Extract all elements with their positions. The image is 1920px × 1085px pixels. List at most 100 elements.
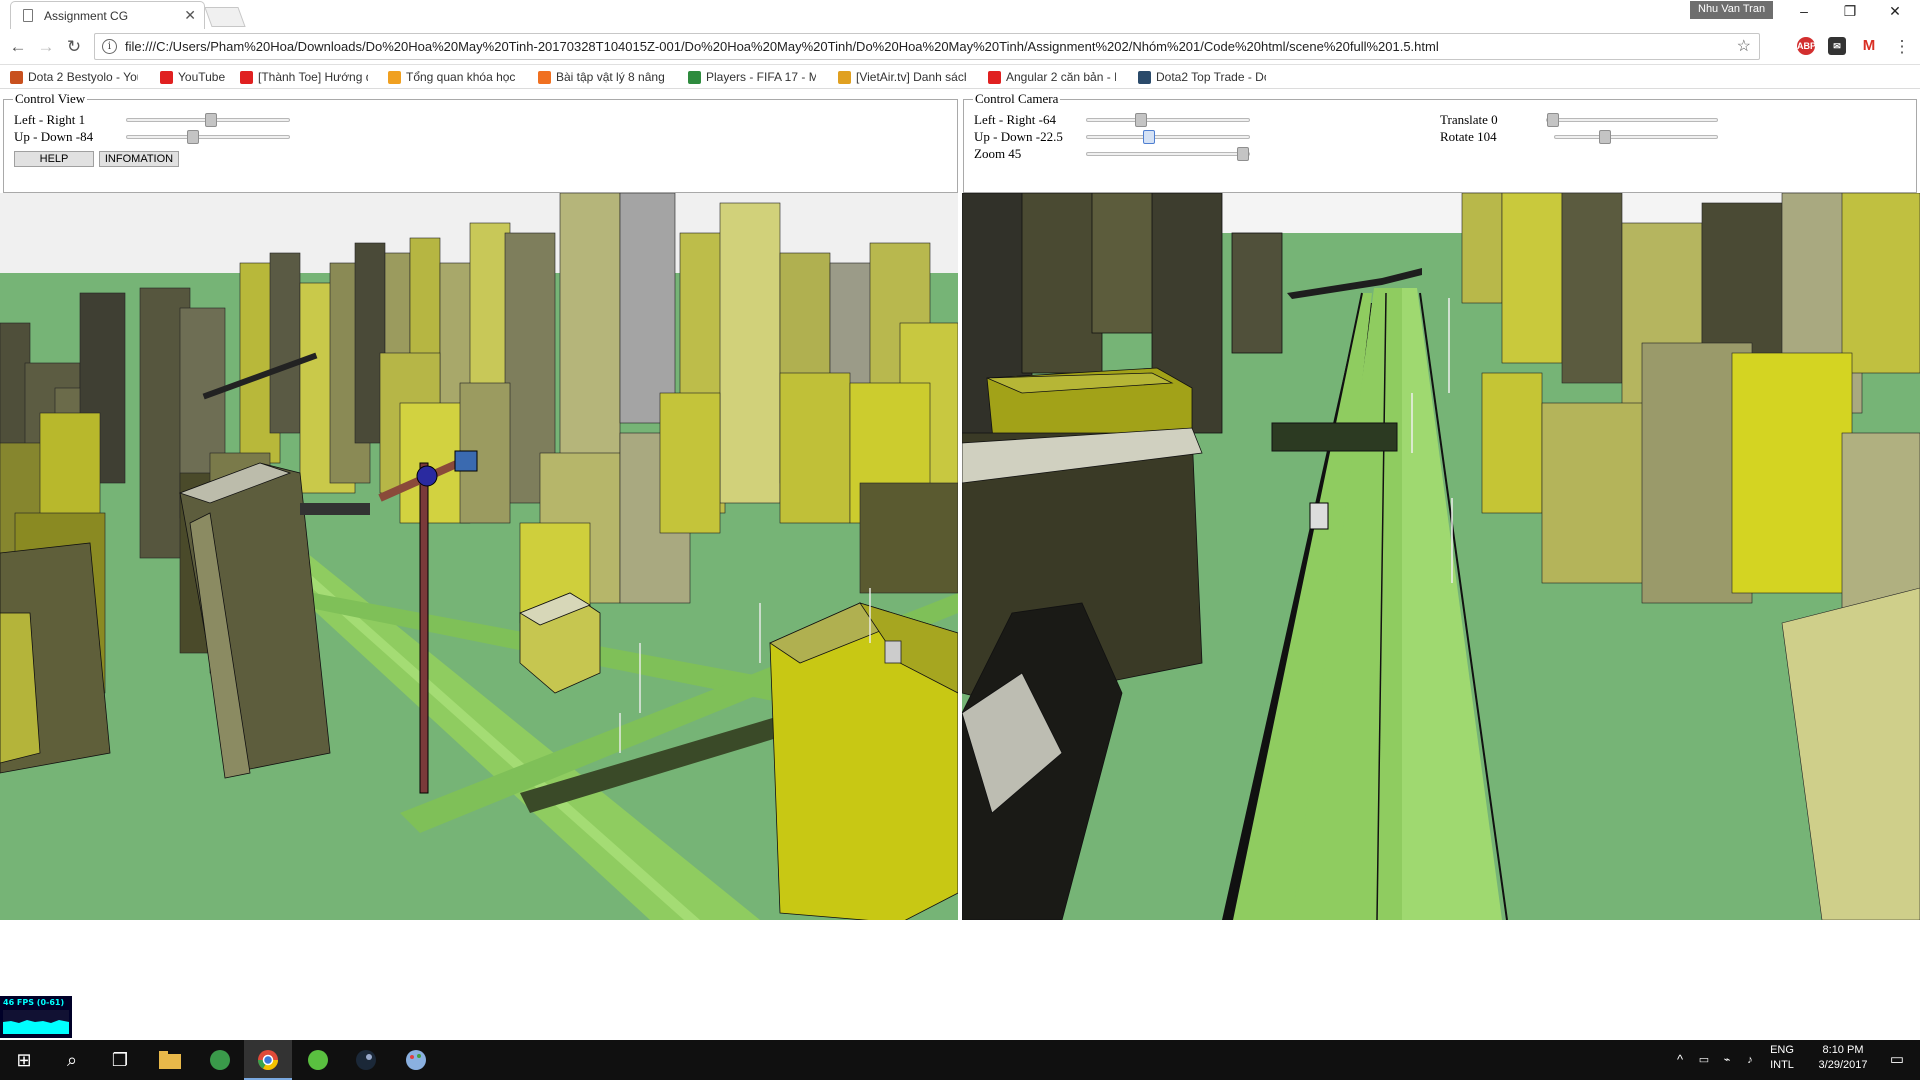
bookmark-favicon-icon: [240, 70, 253, 84]
utorrent-icon: [210, 1050, 230, 1070]
close-window-button[interactable]: ✕: [1875, 3, 1915, 25]
scene-view-canvas[interactable]: [0, 193, 958, 920]
cc-up-down-thumb[interactable]: [1143, 130, 1155, 144]
windows-icon: ⊞: [16, 1050, 32, 1070]
help-button[interactable]: HELP: [14, 151, 94, 167]
bookmark-label: Tổng quan khóa học: [406, 70, 516, 84]
bookmark-label: [VietAir.tv] Danh sách: [856, 70, 966, 84]
mail-icon[interactable]: ✉: [1828, 37, 1846, 55]
bookmark-item[interactable]: Dota2 Top Trade - Do: [1138, 69, 1266, 85]
city-scene-left: [0, 193, 958, 920]
bookmark-label: Dota 2 Bestyolo - You: [28, 70, 138, 84]
back-button[interactable]: ←: [6, 36, 30, 58]
url-text[interactable]: file:///C:/Users/Pham%20Hoa/Downloads/Do…: [125, 39, 1439, 54]
bookmark-label: YouTube: [178, 70, 226, 84]
bookmark-favicon-icon: [1138, 70, 1151, 84]
cc-translate-slider[interactable]: [1546, 113, 1718, 127]
start-button[interactable]: ⊞: [0, 1040, 48, 1080]
bookmark-favicon-icon: [10, 70, 23, 84]
bookmark-item[interactable]: Tổng quan khóa học: [388, 69, 515, 85]
restore-button[interactable]: ❐: [1830, 3, 1870, 25]
cc-zoom-label: Zoom 45: [974, 146, 1022, 161]
browser-toolbar: ← → ↻ i file:///C:/Users/Pham%20Hoa/Down…: [0, 29, 1920, 65]
utorrent-button[interactable]: [196, 1040, 244, 1080]
city-scene-right: [962, 193, 1920, 920]
cv-up-down-label: Up - Down -84: [14, 129, 94, 144]
language-indicator[interactable]: ENG INTL: [1762, 1040, 1802, 1080]
bookmark-item[interactable]: Angular 2 căn bản - B: [988, 69, 1116, 85]
cv-left-right-label: Left - Right 1: [14, 112, 86, 127]
clock-date: 3/29/2017: [1818, 1059, 1868, 1071]
file-explorer-button[interactable]: [146, 1040, 194, 1080]
cv-up-down-thumb[interactable]: [187, 130, 199, 144]
folder-icon: [159, 1051, 181, 1069]
paint-button[interactable]: [392, 1040, 440, 1080]
title-bar: Assignment CG ✕ Nhu Van Tran – ❐ ✕: [0, 0, 1920, 29]
bookmark-label: Dota2 Top Trade - Do: [1156, 70, 1266, 84]
cv-left-right-thumb[interactable]: [205, 113, 217, 127]
volume-icon[interactable]: ♪: [1739, 1040, 1761, 1080]
gmail-icon[interactable]: M: [1860, 37, 1878, 55]
notification-icon[interactable]: ▭: [1880, 1040, 1914, 1080]
bookmark-label: Bài tập vật lý 8 nâng c: [556, 70, 666, 84]
forward-button[interactable]: →: [34, 36, 58, 58]
cc-rotate-slider[interactable]: [1554, 130, 1718, 144]
cc-up-down-slider[interactable]: [1086, 130, 1250, 144]
utorrent-button-2[interactable]: [294, 1040, 342, 1080]
bookmarks-bar: Dota 2 Bestyolo - You YouTube [Thành Toe] …: [0, 65, 1920, 89]
cc-rotate-thumb[interactable]: [1599, 130, 1611, 144]
info-icon[interactable]: i: [102, 39, 117, 54]
bookmark-item[interactable]: Players - FIFA 17 - Ma: [688, 69, 816, 85]
cc-left-right-thumb[interactable]: [1135, 113, 1147, 127]
cc-zoom-thumb[interactable]: [1237, 147, 1249, 161]
network-icon[interactable]: ⌁: [1716, 1040, 1738, 1080]
task-view-button[interactable]: ❐: [96, 1040, 144, 1080]
browser-tab[interactable]: Assignment CG ✕: [10, 1, 205, 29]
cv-up-down-slider[interactable]: [126, 130, 290, 144]
bookmark-star-icon[interactable]: ☆: [1737, 36, 1751, 56]
control-view-panel: Control View: [3, 91, 958, 193]
control-camera-legend: Control Camera: [975, 91, 1059, 106]
cc-zoom-slider[interactable]: [1086, 147, 1250, 161]
minimize-button[interactable]: –: [1784, 3, 1824, 25]
cc-up-down-label: Up - Down -22.5: [974, 129, 1063, 144]
steam-icon: [356, 1050, 376, 1070]
abp-icon[interactable]: ABP: [1797, 37, 1816, 55]
utorrent-icon-2: [308, 1050, 328, 1070]
profile-badge[interactable]: Nhu Van Tran: [1690, 1, 1774, 19]
document-icon: [23, 9, 33, 22]
search-icon: ⌕: [66, 1050, 78, 1070]
bookmark-favicon-icon: [688, 70, 701, 84]
bookmark-item[interactable]: Dota 2 Bestyolo - You: [10, 69, 138, 85]
bookmark-favicon-icon: [988, 70, 1001, 84]
scene-camera-canvas[interactable]: [962, 193, 1920, 920]
reload-button[interactable]: ↻: [62, 36, 86, 58]
cc-left-right-slider[interactable]: [1086, 113, 1250, 127]
taskbar: ⊞ ⌕ ❐ ^ ▭ ⌁ ♪ ENG INTL 8:10 PM 3/29/2017…: [0, 1040, 1920, 1080]
clock[interactable]: 8:10 PM 3/29/2017: [1808, 1040, 1878, 1080]
search-button[interactable]: ⌕: [48, 1040, 96, 1080]
new-tab-button[interactable]: [204, 7, 246, 27]
chrome-button[interactable]: [244, 1040, 292, 1080]
fps-graph: [3, 1010, 69, 1034]
bookmark-label: Angular 2 căn bản - B: [1006, 70, 1116, 84]
steam-button[interactable]: [342, 1040, 390, 1080]
fps-text: 46 FPS (0-61): [3, 998, 65, 1007]
tray-overflow-button[interactable]: ^: [1670, 1040, 1690, 1080]
cc-translate-thumb[interactable]: [1547, 113, 1559, 127]
battery-icon[interactable]: ▭: [1693, 1040, 1715, 1080]
bookmark-item[interactable]: YouTube: [160, 69, 225, 85]
address-bar[interactable]: i file:///C:/Users/Pham%20Hoa/Downloads/…: [94, 33, 1760, 60]
fps-meter[interactable]: 46 FPS (0-61): [0, 996, 72, 1038]
menu-icon[interactable]: ⋮: [1890, 36, 1914, 58]
bookmark-item[interactable]: [Thành Toe] Hướng d: [240, 69, 368, 85]
tab-close-button[interactable]: ✕: [184, 7, 196, 24]
bookmark-item[interactable]: [VietAir.tv] Danh sách: [838, 69, 966, 85]
bookmark-favicon-icon: [838, 70, 851, 84]
bookmark-item[interactable]: Bài tập vật lý 8 nâng c: [538, 69, 666, 85]
chrome-icon: [258, 1050, 278, 1070]
control-view-legend: Control View: [15, 91, 86, 106]
bookmark-favicon-icon: [388, 70, 401, 84]
information-button[interactable]: INFOMATION: [99, 151, 179, 167]
cv-left-right-slider[interactable]: [126, 113, 290, 127]
